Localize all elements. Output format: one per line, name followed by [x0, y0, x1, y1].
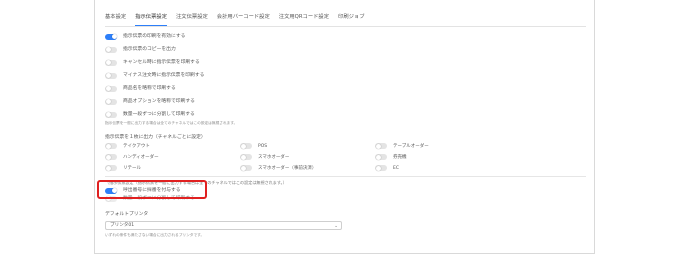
toggle-knob [105, 99, 111, 104]
toggles-note: 指示伝票を一般に出力する場合は全てのチャネルではこの設定は無視されます。 [105, 121, 238, 125]
channel-item-smartphone-prepaid: スマホオーダー（事前決済） [240, 164, 316, 172]
toggle-label: 商品名を略称で印刷する [123, 86, 176, 91]
toggle-knob [105, 60, 111, 65]
channel-label: EC [393, 165, 399, 171]
toggle-knob [105, 112, 111, 117]
toggle-knob [105, 143, 111, 149]
pos-toggle[interactable] [240, 143, 252, 149]
toggle-row-short-product-name: 商品名を略称で印刷する [105, 84, 176, 93]
toggle-label: マイナス注文時に指示伝票を印刷する [123, 73, 205, 78]
toggle-row-split-quantity: 数量一段ずつに分割して印刷する [105, 110, 195, 119]
toggle-row-enable-print: 指示伝票の印刷を有効にする [105, 32, 185, 41]
settings-panel: 基本設定 指示伝票設定 注文伝票設定 会計用バーコード設定 注文用QRコード設定… [94, 0, 595, 254]
toggle-knob [105, 86, 111, 91]
tab-checkout-barcode[interactable]: 会計用バーコード設定 [217, 12, 270, 26]
channel-label: POS [258, 143, 268, 149]
chevron-down-icon: ⌄ [334, 223, 338, 229]
section-divider [105, 176, 586, 177]
toggle-knob [375, 143, 381, 149]
tabs-divider [105, 26, 586, 27]
toggle-row-copy-output: 指示伝票のコピーを出力 [105, 45, 176, 54]
enable-print-toggle[interactable] [105, 33, 117, 40]
short-option-name-toggle[interactable] [105, 98, 117, 105]
table-order-toggle[interactable] [375, 143, 387, 149]
toggle-knob [240, 165, 246, 171]
toggle-knob [240, 154, 246, 160]
toggle-knob [240, 143, 246, 149]
short-product-name-toggle[interactable] [105, 85, 117, 92]
channel-label: リテール [123, 165, 141, 171]
channel-label: 券売機 [393, 154, 407, 160]
channel-item-takeout: テイクアウト [105, 142, 150, 150]
default-printer-label: デフォルトプリンタ [105, 212, 149, 217]
channel-item-retail: リテール [105, 164, 141, 172]
toggle-label: 指示伝票のコピーを出力 [123, 47, 176, 52]
toggle-knob [105, 154, 111, 160]
takeout-toggle[interactable] [105, 143, 117, 149]
tab-order-slip[interactable]: 注文伝票設定 [176, 12, 208, 26]
channel-item-handy-order: ハンディオーダー [105, 153, 159, 161]
channel-label: スマホオーダー（事前決済） [258, 165, 317, 171]
split-quantity-toggle[interactable] [105, 111, 117, 118]
channel-item-smartphone-order: スマホオーダー [240, 153, 289, 161]
channel-label: ハンディオーダー [123, 154, 159, 160]
tab-print-jobs[interactable]: 印刷ジョブ [338, 12, 365, 26]
tab-instruction-slip[interactable]: 指示伝票設定 [135, 12, 167, 26]
print-on-minus-toggle[interactable] [105, 72, 117, 79]
ticket-machine-toggle[interactable] [375, 154, 387, 160]
smartphone-order-toggle[interactable] [240, 154, 252, 160]
channel-item-ec: EC [375, 164, 399, 172]
channel-section-title: 指示伝票を１枚に出力（チャネルごとに設定） [105, 135, 206, 140]
smartphone-prepaid-toggle[interactable] [240, 165, 252, 171]
default-printer-value: プリンタ01 [110, 223, 135, 228]
tab-order-qr[interactable]: 注文用QRコード設定 [279, 12, 329, 26]
toggle-knob [375, 154, 381, 160]
settings-tabs: 基本設定 指示伝票設定 注文伝票設定 会計用バーコード設定 注文用QRコード設定… [105, 12, 374, 26]
channel-label: スマホオーダー [258, 154, 290, 160]
highlight-box [97, 180, 207, 199]
toggle-row-short-option-name: 商品オプションを略称で印刷する [105, 97, 195, 106]
toggle-label: 数量一段ずつに分割して印刷する [123, 112, 195, 117]
copy-output-toggle[interactable] [105, 46, 117, 53]
default-printer-select[interactable]: プリンタ01 ⌄ [105, 221, 342, 230]
printer-note: いずれの条件も満たさない場合に出力されるプリンタです。 [105, 233, 205, 237]
toggle-label: 指示伝票の印刷を有効にする [123, 34, 186, 39]
toggle-knob [105, 165, 111, 171]
toggle-row-print-on-minus: マイナス注文時に指示伝票を印刷する [105, 71, 204, 80]
toggle-knob [105, 47, 111, 52]
retail-toggle[interactable] [105, 165, 117, 171]
tab-basic[interactable]: 基本設定 [105, 12, 126, 26]
toggle-row-print-on-cancel: キャンセル時に指示伝票を印刷する [105, 58, 200, 67]
toggle-knob [105, 73, 111, 78]
channel-item-table-order: テーブルオーダー [375, 142, 429, 150]
handy-order-toggle[interactable] [105, 154, 117, 160]
channel-item-pos: POS [240, 142, 267, 150]
channel-label: テイクアウト [123, 143, 150, 149]
toggle-label: 商品オプションを略称で印刷する [123, 99, 195, 104]
toggle-knob [375, 165, 381, 171]
channel-item-ticket-machine: 券売機 [375, 153, 407, 161]
toggle-knob [111, 34, 117, 39]
toggle-label: キャンセル時に指示伝票を印刷する [123, 60, 200, 65]
channel-label: テーブルオーダー [393, 143, 429, 149]
ec-toggle[interactable] [375, 165, 387, 171]
print-on-cancel-toggle[interactable] [105, 59, 117, 66]
